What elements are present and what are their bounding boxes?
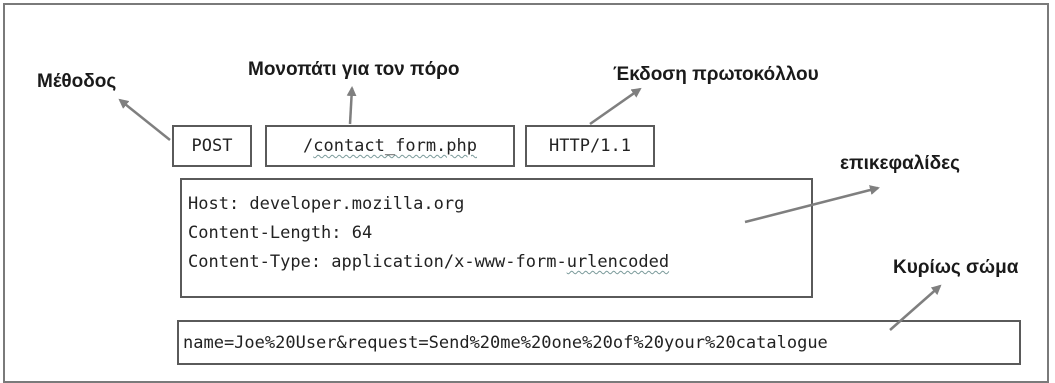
arrow-path xyxy=(346,86,357,125)
arrows-layer xyxy=(118,86,942,331)
arrow-method xyxy=(118,98,171,141)
arrow-version xyxy=(589,87,642,126)
arrow-headers xyxy=(744,185,880,224)
arrow-body xyxy=(889,284,942,331)
